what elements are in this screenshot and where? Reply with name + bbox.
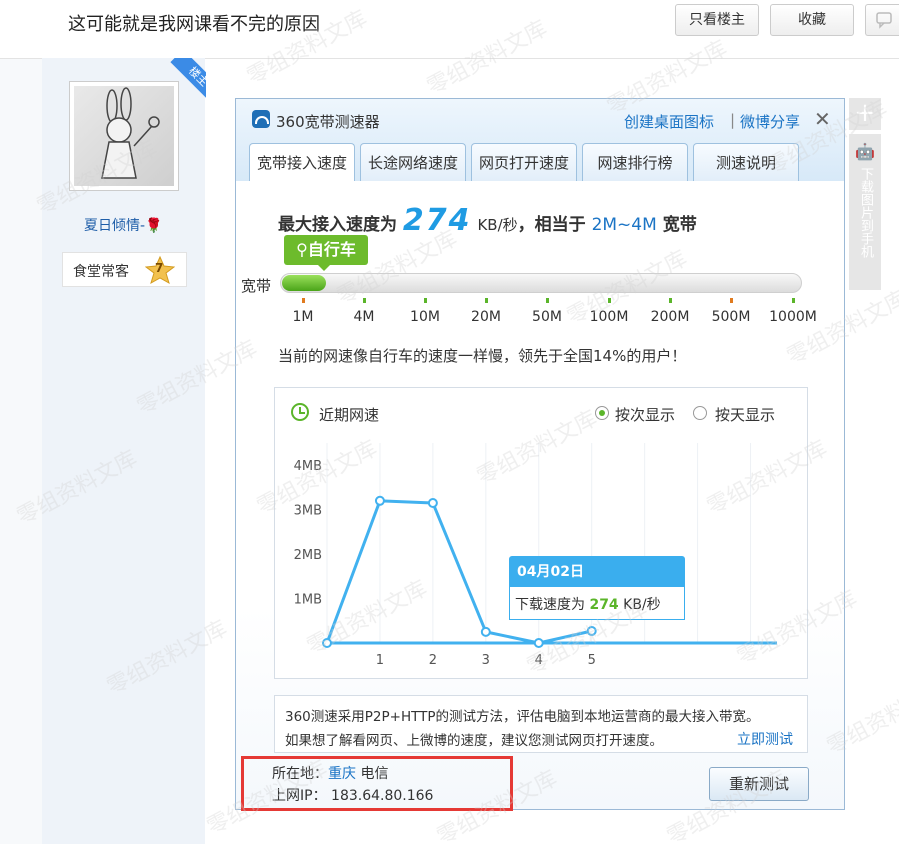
y-tick-label: 1MB <box>294 593 322 608</box>
plus-button[interactable]: + <box>849 98 881 130</box>
speed-middle: ，相当于 <box>517 215 586 235</box>
y-tick-label: 4MB <box>294 459 322 474</box>
bandwidth-label: 宽带 <box>241 277 272 295</box>
max-speed-line: 最大接入速度为 274 KB/秒，相当于 2M~4M 宽带 <box>278 203 697 238</box>
scale-label: 1000M <box>769 309 817 325</box>
rank-badge: 食堂常客 7 <box>62 252 187 287</box>
scale-label: 4M <box>353 309 375 325</box>
close-icon[interactable]: ✕ <box>814 107 831 131</box>
x-tick-label: 3 <box>482 653 490 668</box>
tooltip-prefix: 下载速度为 <box>515 597 585 613</box>
y-tick-label: 2MB <box>294 548 322 563</box>
data-point <box>374 495 385 506</box>
download-to-phone-button[interactable]: 🤖 下载图片到手机 <box>849 134 881 290</box>
avatar[interactable] <box>69 81 179 191</box>
y-tick-label: 3MB <box>294 504 322 519</box>
post-title: 这可能就是我网课看不完的原因 <box>68 14 320 35</box>
scale-label: 50M <box>532 309 562 325</box>
data-point <box>586 626 597 636</box>
scale-label: 20M <box>471 309 501 325</box>
comment-button[interactable] <box>865 4 899 36</box>
rabbit-drawing-icon <box>101 87 160 179</box>
retest-button[interactable]: 重新测试 <box>709 767 809 801</box>
scale-tick <box>608 298 611 303</box>
scale-tick <box>730 298 733 303</box>
scale-label: 100M <box>589 309 629 325</box>
data-point <box>533 638 544 648</box>
tooltip-speed: 下载速度为 274 KB/秒 <box>515 594 661 614</box>
speed-level-label: 自行车 <box>307 240 356 259</box>
android-icon: 🤖 <box>855 142 875 161</box>
tooltip-unit: KB/秒 <box>623 597 661 613</box>
x-tick-label: 4 <box>535 653 543 668</box>
create-shortcut-link[interactable]: 创建桌面图标 <box>624 111 714 132</box>
avatar-image <box>74 86 174 186</box>
tab-long-distance[interactable]: 长途网络速度 <box>360 143 466 181</box>
highlight-box <box>241 756 513 811</box>
dialog-title: 360宽带测速器 <box>276 113 380 131</box>
bicycle-icon: ⚲ <box>296 240 308 259</box>
speed-range: 2M~4M <box>591 215 657 235</box>
tab-access-speed[interactable]: 宽带接入速度 <box>249 143 355 183</box>
data-point <box>480 626 491 637</box>
tab-ranking[interactable]: 网速排行榜 <box>582 143 688 181</box>
speed-prefix: 最大接入速度为 <box>278 215 397 235</box>
weibo-share-link[interactable]: 微博分享 <box>740 111 800 132</box>
data-point <box>427 498 438 508</box>
speed-level-badge: ⚲自行车 <box>284 235 368 271</box>
scale-tick <box>485 298 488 303</box>
data-point <box>322 638 332 648</box>
rank-label: 食堂常客 <box>73 264 129 280</box>
scale-label: 10M <box>410 309 440 325</box>
speed-summary: 当前的网速像自行车的速度一样慢，领先于全国14%的用户！ <box>278 347 687 365</box>
author-name-label: 夏日倾情- <box>84 218 146 234</box>
tooltip-value: 274 <box>589 597 619 613</box>
scale-tick <box>546 298 549 303</box>
comment-icon <box>876 12 892 29</box>
scale-tick <box>363 298 366 303</box>
scale-tick <box>669 298 672 303</box>
link-separator: | <box>730 111 736 129</box>
info-line-2: 如果想了解看网页、上微博的速度，建议您测试网页打开速度。 <box>285 733 663 749</box>
scale-tick <box>792 298 795 303</box>
speed-suffix: 宽带 <box>662 215 697 235</box>
info-line-1: 360测速采用P2P+HTTP的测试方法，评估电脑到本地运营商的最大接入带宽。 <box>285 709 760 725</box>
line-chart: 1MB 2MB 3MB 4MB 1 2 3 4 5 <box>294 443 777 668</box>
speedometer-icon <box>252 110 270 128</box>
bandwidth-bar <box>280 273 802 293</box>
tab-page-load[interactable]: 网页打开速度 <box>471 143 577 181</box>
author-name[interactable]: 夏日倾情-🌹 <box>84 215 163 235</box>
speed-test-dialog: 360宽带测速器 创建桌面图标 | 微博分享 ✕ 宽带接入速度 长途网络速度 网… <box>235 98 845 810</box>
tooltip-date: 04月02日 <box>517 564 584 580</box>
x-tick-label: 1 <box>376 653 384 668</box>
x-tick-label: 2 <box>429 653 437 668</box>
side-tools: + 🤖 下载图片到手机 <box>849 98 881 290</box>
speed-unit: KB/秒 <box>477 216 518 234</box>
scale-label: 500M <box>711 309 751 325</box>
test-now-link[interactable]: 立即测试 <box>737 729 793 749</box>
method-info: 360测速采用P2P+HTTP的测试方法，评估电脑到本地运营商的最大接入带宽。 … <box>274 695 808 753</box>
x-tick-label: 5 <box>588 653 596 668</box>
rose-icon: 🌹 <box>145 218 163 234</box>
dialog-body: 最大接入速度为 274 KB/秒，相当于 2M~4M 宽带 ⚲自行车 宽带 1M… <box>236 181 844 809</box>
chart-tooltip: 04月02日 下载速度为 274 KB/秒 <box>509 556 685 620</box>
rank-level: 7 <box>155 261 164 275</box>
dialog-header: 360宽带测速器 创建桌面图标 | 微博分享 ✕ 宽带接入速度 长途网络速度 网… <box>236 99 844 183</box>
recent-speed-chart: 近期网速 按次显示 按天显示 1MB 2MB 3MB 4MB 1 2 3 4 5 04月02日 … <box>274 387 808 679</box>
post-header: 这可能就是我网课看不完的原因 只看楼主 收藏 <box>0 0 899 59</box>
favorite-button[interactable]: 收藏 <box>770 4 854 36</box>
download-to-phone-label: 下载图片到手机 <box>858 167 873 258</box>
scale-tick <box>424 298 427 303</box>
owner-only-button[interactable]: 只看楼主 <box>675 4 759 36</box>
scale-tick <box>302 298 305 303</box>
scale-label: 1M <box>292 309 314 325</box>
speed-value: 274 <box>402 203 472 238</box>
tab-help[interactable]: 测速说明 <box>693 143 799 181</box>
page-left-margin <box>0 0 42 844</box>
scale-label: 200M <box>650 309 690 325</box>
bandwidth-bar-fill <box>282 275 326 291</box>
